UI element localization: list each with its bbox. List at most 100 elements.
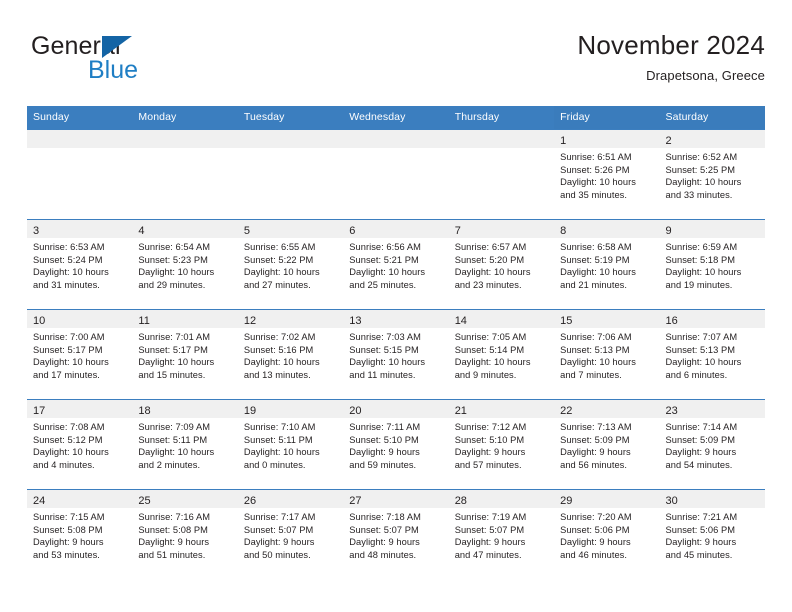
day-cell[interactable]: 14 Sunrise: 7:05 AM Sunset: 5:14 PM Dayligh…: [448, 309, 555, 400]
day-cell-inner: 17 Sunrise: 7:08 AM Sunset: 5:12 PM Dayligh…: [27, 400, 133, 489]
day-cell-body: Sunrise: 7:18 AM Sunset: 5:07 PM Daylight:…: [343, 508, 448, 561]
day-cell-body: Sunrise: 7:13 AM Sunset: 5:09 PM Daylight:…: [554, 418, 659, 471]
sunset-line: Sunset: 5:15 PM: [349, 344, 419, 355]
day-cell-body: Sunrise: 7:03 AM Sunset: 5:15 PM Daylight:…: [343, 328, 448, 381]
sunset-line: Sunset: 5:10 PM: [454, 434, 525, 445]
day-number: 26: [243, 495, 257, 507]
sunset-line: Sunset: 5:20 PM: [454, 254, 525, 265]
sunset-line: Sunset: 5:06 PM: [665, 524, 736, 535]
day-number-band: 18: [132, 400, 238, 418]
day-cell[interactable]: 26 Sunrise: 7:17 AM Sunset: 5:07 PM Dayligh…: [237, 489, 344, 579]
day-number: 11: [138, 315, 150, 327]
sunrise-line: Sunrise: 6:59 AM: [665, 242, 738, 252]
sunset-line: Sunset: 5:22 PM: [243, 254, 314, 265]
day-number-band: 6: [343, 220, 449, 238]
daylight-line: Daylight: 10 hours: [349, 357, 426, 368]
daylight-line: Daylight: 10 hours: [560, 177, 636, 188]
daylight-line-cont: and 46 minutes.: [560, 549, 628, 560]
day-cell-inner: [448, 130, 555, 219]
day-cell[interactable]: 15 Sunrise: 7:06 AM Sunset: 5:13 PM Dayligh…: [554, 309, 660, 400]
daylight-line-cont: and 54 minutes.: [665, 459, 733, 470]
day-cell-inner: 23 Sunrise: 7:14 AM Sunset: 5:09 PM Dayligh…: [659, 400, 765, 489]
day-cell[interactable]: 4 Sunrise: 6:54 AM Sunset: 5:23 PM Daylight…: [132, 219, 238, 310]
day-cell[interactable]: 11 Sunrise: 7:01 AM Sunset: 5:17 PM Dayligh…: [132, 309, 238, 400]
day-cell[interactable]: 12 Sunrise: 7:02 AM Sunset: 5:16 PM Dayligh…: [237, 309, 344, 400]
sunset-line: Sunset: 5:11 PM: [243, 434, 313, 445]
day-cell[interactable]: 7 Sunrise: 6:57 AM Sunset: 5:20 PM Daylight…: [448, 219, 555, 310]
daylight-line: Daylight: 10 hours: [665, 177, 742, 188]
day-cell[interactable]: 23 Sunrise: 7:14 AM Sunset: 5:09 PM Dayligh…: [659, 399, 765, 490]
day-cell[interactable]: 21 Sunrise: 7:12 AM Sunset: 5:10 PM Dayligh…: [448, 399, 555, 490]
day-number-band: 9: [659, 220, 765, 238]
day-cell[interactable]: 16 Sunrise: 7:07 AM Sunset: 5:13 PM Dayligh…: [659, 309, 765, 400]
logo-text-blue: Blue: [88, 56, 139, 84]
day-cell[interactable]: 13 Sunrise: 7:03 AM Sunset: 5:15 PM Dayligh…: [343, 309, 449, 400]
day-number: 6: [349, 225, 356, 237]
weekday-header-thursday: Thursday: [448, 106, 555, 130]
sunset-line: Sunset: 5:07 PM: [454, 524, 525, 535]
day-cell[interactable]: 28 Sunrise: 7:19 AM Sunset: 5:07 PM Dayligh…: [448, 489, 555, 579]
weeks-body: 1 Sunrise: 6:51 AM Sunset: 5:26 PM Daylight…: [27, 129, 765, 579]
daylight-line: Daylight: 9 hours: [33, 537, 104, 548]
day-cell-inner: 11 Sunrise: 7:01 AM Sunset: 5:17 PM Dayligh…: [132, 310, 238, 399]
general-blue-logo[interactable]: General Blue: [27, 32, 227, 90]
day-cell-body: Sunrise: 7:21 AM Sunset: 5:06 PM Daylight:…: [660, 508, 765, 561]
week-row: 1 Sunrise: 6:51 AM Sunset: 5:26 PM Daylight…: [27, 129, 765, 220]
day-cell[interactable]: 9 Sunrise: 6:59 AM Sunset: 5:18 PM Daylight…: [659, 219, 765, 310]
daylight-line: Daylight: 9 hours: [665, 447, 737, 458]
day-cell[interactable]: 17 Sunrise: 7:08 AM Sunset: 5:12 PM Dayligh…: [27, 399, 133, 490]
sunrise-line: Sunrise: 7:02 AM: [243, 332, 316, 342]
day-number-band: 28: [448, 490, 555, 508]
day-number: 29: [560, 495, 573, 507]
sunrise-line: Sunrise: 6:51 AM: [560, 152, 632, 162]
daylight-line: Daylight: 10 hours: [560, 267, 636, 278]
day-cell[interactable]: 27 Sunrise: 7:18 AM Sunset: 5:07 PM Dayligh…: [343, 489, 449, 579]
day-number-band: 19: [237, 400, 344, 418]
weekday-header-saturday: Saturday: [659, 106, 765, 130]
sunset-line: Sunset: 5:14 PM: [454, 344, 525, 355]
day-cell[interactable]: 25 Sunrise: 7:16 AM Sunset: 5:08 PM Dayligh…: [132, 489, 238, 579]
day-number-band: 4: [132, 220, 238, 238]
day-cell-body: Sunrise: 7:10 AM Sunset: 5:11 PM Daylight:…: [238, 418, 343, 471]
daylight-line-cont: and 15 minutes.: [138, 369, 206, 380]
day-cell[interactable]: 18 Sunrise: 7:09 AM Sunset: 5:11 PM Dayligh…: [132, 399, 238, 490]
daylight-line-cont: and 57 minutes.: [454, 459, 522, 470]
day-cell-body: [238, 148, 343, 151]
day-number-band: 3: [27, 220, 133, 238]
day-number-band: 12: [237, 310, 344, 328]
daylight-line: Daylight: 10 hours: [33, 447, 109, 458]
month-grid: Sunday Monday Tuesday Wednesday Thursday…: [27, 106, 765, 579]
day-number-band: 29: [554, 490, 660, 508]
week-row: 10 Sunrise: 7:00 AM Sunset: 5:17 PM Dayligh…: [27, 309, 765, 400]
day-number: 2: [665, 135, 672, 147]
day-cell[interactable]: 19 Sunrise: 7:10 AM Sunset: 5:11 PM Dayligh…: [237, 399, 344, 490]
day-cell[interactable]: 30 Sunrise: 7:21 AM Sunset: 5:06 PM Dayligh…: [659, 489, 765, 579]
day-cell-inner: 15 Sunrise: 7:06 AM Sunset: 5:13 PM Dayligh…: [554, 310, 660, 399]
sunrise-line: Sunrise: 7:05 AM: [454, 332, 527, 342]
day-cell[interactable]: 2 Sunrise: 6:52 AM Sunset: 5:25 PM Daylight…: [659, 129, 765, 220]
week-row: 3 Sunrise: 6:53 AM Sunset: 5:24 PM Daylight…: [27, 219, 765, 310]
day-cell[interactable]: 29 Sunrise: 7:20 AM Sunset: 5:06 PM Dayligh…: [554, 489, 660, 579]
day-cell[interactable]: 22 Sunrise: 7:13 AM Sunset: 5:09 PM Dayligh…: [554, 399, 660, 490]
title-block: November 2024 Drapetsona, Greece: [577, 28, 765, 86]
day-cell[interactable]: 20 Sunrise: 7:11 AM Sunset: 5:10 PM Dayligh…: [343, 399, 449, 490]
day-number-band: [27, 130, 133, 148]
page-header: General Blue November 2024 Drapetsona, G…: [27, 28, 765, 96]
sunrise-line: Sunrise: 7:10 AM: [243, 422, 316, 432]
day-cell[interactable]: 24 Sunrise: 7:15 AM Sunset: 5:08 PM Dayligh…: [27, 489, 133, 579]
weekday-header-wednesday: Wednesday: [343, 106, 449, 130]
sunrise-line: Sunrise: 7:16 AM: [138, 512, 211, 522]
day-cell[interactable]: 3 Sunrise: 6:53 AM Sunset: 5:24 PM Daylight…: [27, 219, 133, 310]
day-cell-inner: 20 Sunrise: 7:11 AM Sunset: 5:10 PM Dayligh…: [343, 400, 449, 489]
day-cell[interactable]: 10 Sunrise: 7:00 AM Sunset: 5:17 PM Dayligh…: [27, 309, 133, 400]
day-cell[interactable]: 1 Sunrise: 6:51 AM Sunset: 5:26 PM Daylight…: [554, 129, 660, 220]
day-number-band: 8: [554, 220, 660, 238]
daylight-line-cont: and 9 minutes.: [454, 369, 517, 380]
sunrise-line: Sunrise: 6:56 AM: [349, 242, 421, 252]
day-cell[interactable]: 5 Sunrise: 6:55 AM Sunset: 5:22 PM Daylight…: [237, 219, 344, 310]
day-cell[interactable]: 6 Sunrise: 6:56 AM Sunset: 5:21 PM Daylight…: [343, 219, 449, 310]
sunrise-line: Sunrise: 6:57 AM: [454, 242, 527, 252]
day-number-band: [343, 130, 449, 148]
day-cell[interactable]: 8 Sunrise: 6:58 AM Sunset: 5:19 PM Daylight…: [554, 219, 660, 310]
day-number: 10: [33, 315, 46, 327]
